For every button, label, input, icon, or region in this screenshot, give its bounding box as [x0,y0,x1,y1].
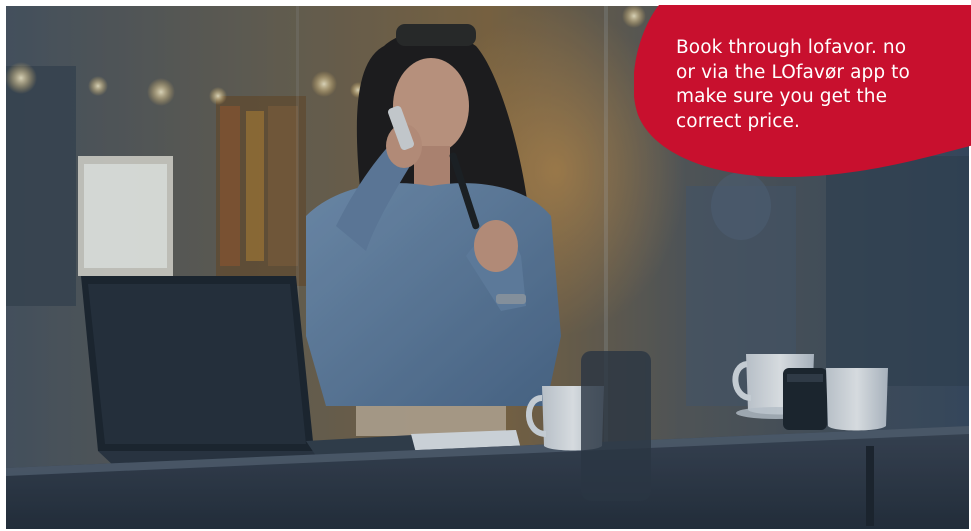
promo-callout: Book through lofavor. no or via the LOfa… [634,5,971,185]
promo-message: Book through lofavor. no or via the LOfa… [676,37,910,132]
